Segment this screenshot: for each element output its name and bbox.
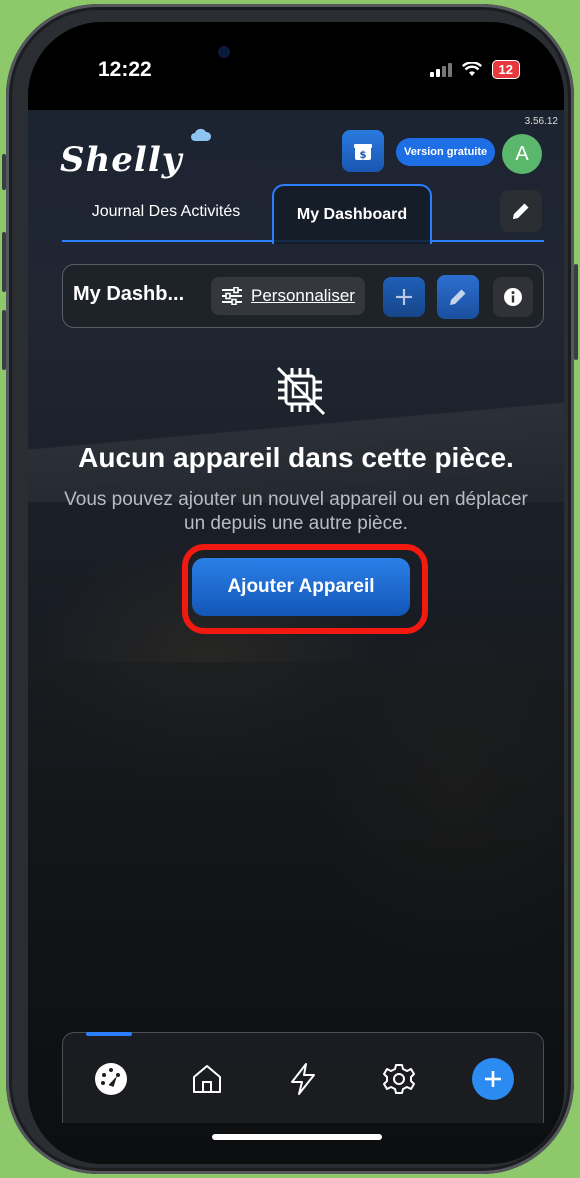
add-widget-button[interactable] — [383, 277, 425, 317]
empty-state-title: Aucun appareil dans cette pièce. — [78, 442, 514, 473]
screen: 12:22 12 3.56.12 Shelly $ Version gratui… — [28, 22, 564, 1164]
gear-icon — [383, 1064, 415, 1094]
plus-icon — [485, 1071, 501, 1087]
avatar[interactable]: A — [502, 134, 542, 174]
phone-frame: 12:22 12 3.56.12 Shelly $ Version gratui… — [2, 4, 578, 1174]
nav-dashboard[interactable] — [89, 1057, 133, 1101]
tab-activity-log[interactable]: Journal Des Activités — [62, 184, 270, 240]
dashboard-gauge-icon — [95, 1063, 127, 1095]
dollar-gift-icon: $ — [354, 144, 372, 161]
plan-badge[interactable]: Version gratuite — [396, 138, 496, 166]
plus-icon — [396, 289, 412, 305]
status-icons: 12 — [429, 60, 520, 79]
bottom-nav — [62, 1032, 544, 1123]
volume-up-button — [2, 232, 6, 292]
offer-button[interactable]: $ — [342, 130, 384, 172]
front-camera — [218, 46, 230, 58]
edit-dashboard-button[interactable] — [437, 275, 479, 319]
home-indicator — [212, 1134, 382, 1140]
nav-active-indicator — [86, 1032, 132, 1036]
lightning-icon — [291, 1063, 315, 1095]
svg-text:$: $ — [360, 150, 367, 161]
nav-energy[interactable] — [281, 1057, 325, 1101]
nav-home[interactable] — [185, 1057, 229, 1101]
dashboard-title: My Dashb... — [73, 283, 185, 305]
add-device-button[interactable]: Ajouter Appareil — [192, 558, 410, 616]
status-time: 12:22 — [98, 58, 152, 81]
pencil-icon — [450, 289, 466, 305]
dashboard-tabs: Journal Des Activités My Dashboard — [62, 184, 544, 244]
home-icon — [193, 1065, 221, 1093]
customize-label: Personnaliser — [251, 286, 355, 305]
app-version: 3.56.12 — [524, 116, 558, 127]
empty-state-subtitle: Vous pouvez ajouter un nouvel appareil o… — [64, 489, 528, 534]
cellular-signal-icon — [429, 62, 452, 77]
dashboard-toolbar: My Dashb... Personnaliser — [62, 264, 544, 328]
silent-switch — [2, 154, 6, 190]
battery-indicator: 12 — [491, 60, 520, 79]
sliders-icon — [222, 287, 242, 305]
volume-down-button — [2, 310, 6, 370]
no-device-chip-icon — [276, 366, 326, 416]
customize-button[interactable]: Personnaliser — [211, 277, 365, 315]
wifi-icon — [461, 62, 482, 76]
edit-dashboards-button[interactable] — [500, 190, 542, 232]
info-icon — [504, 288, 522, 306]
info-button[interactable] — [493, 277, 533, 317]
nav-settings[interactable] — [377, 1057, 421, 1101]
add-device-fab — [472, 1058, 514, 1100]
cloud-icon — [191, 128, 212, 141]
power-button — [574, 264, 578, 360]
shelly-logo: Shelly — [60, 140, 183, 180]
pencil-icon — [513, 203, 529, 219]
tab-my-dashboard[interactable]: My Dashboard — [272, 184, 432, 244]
nav-add[interactable] — [471, 1057, 515, 1101]
